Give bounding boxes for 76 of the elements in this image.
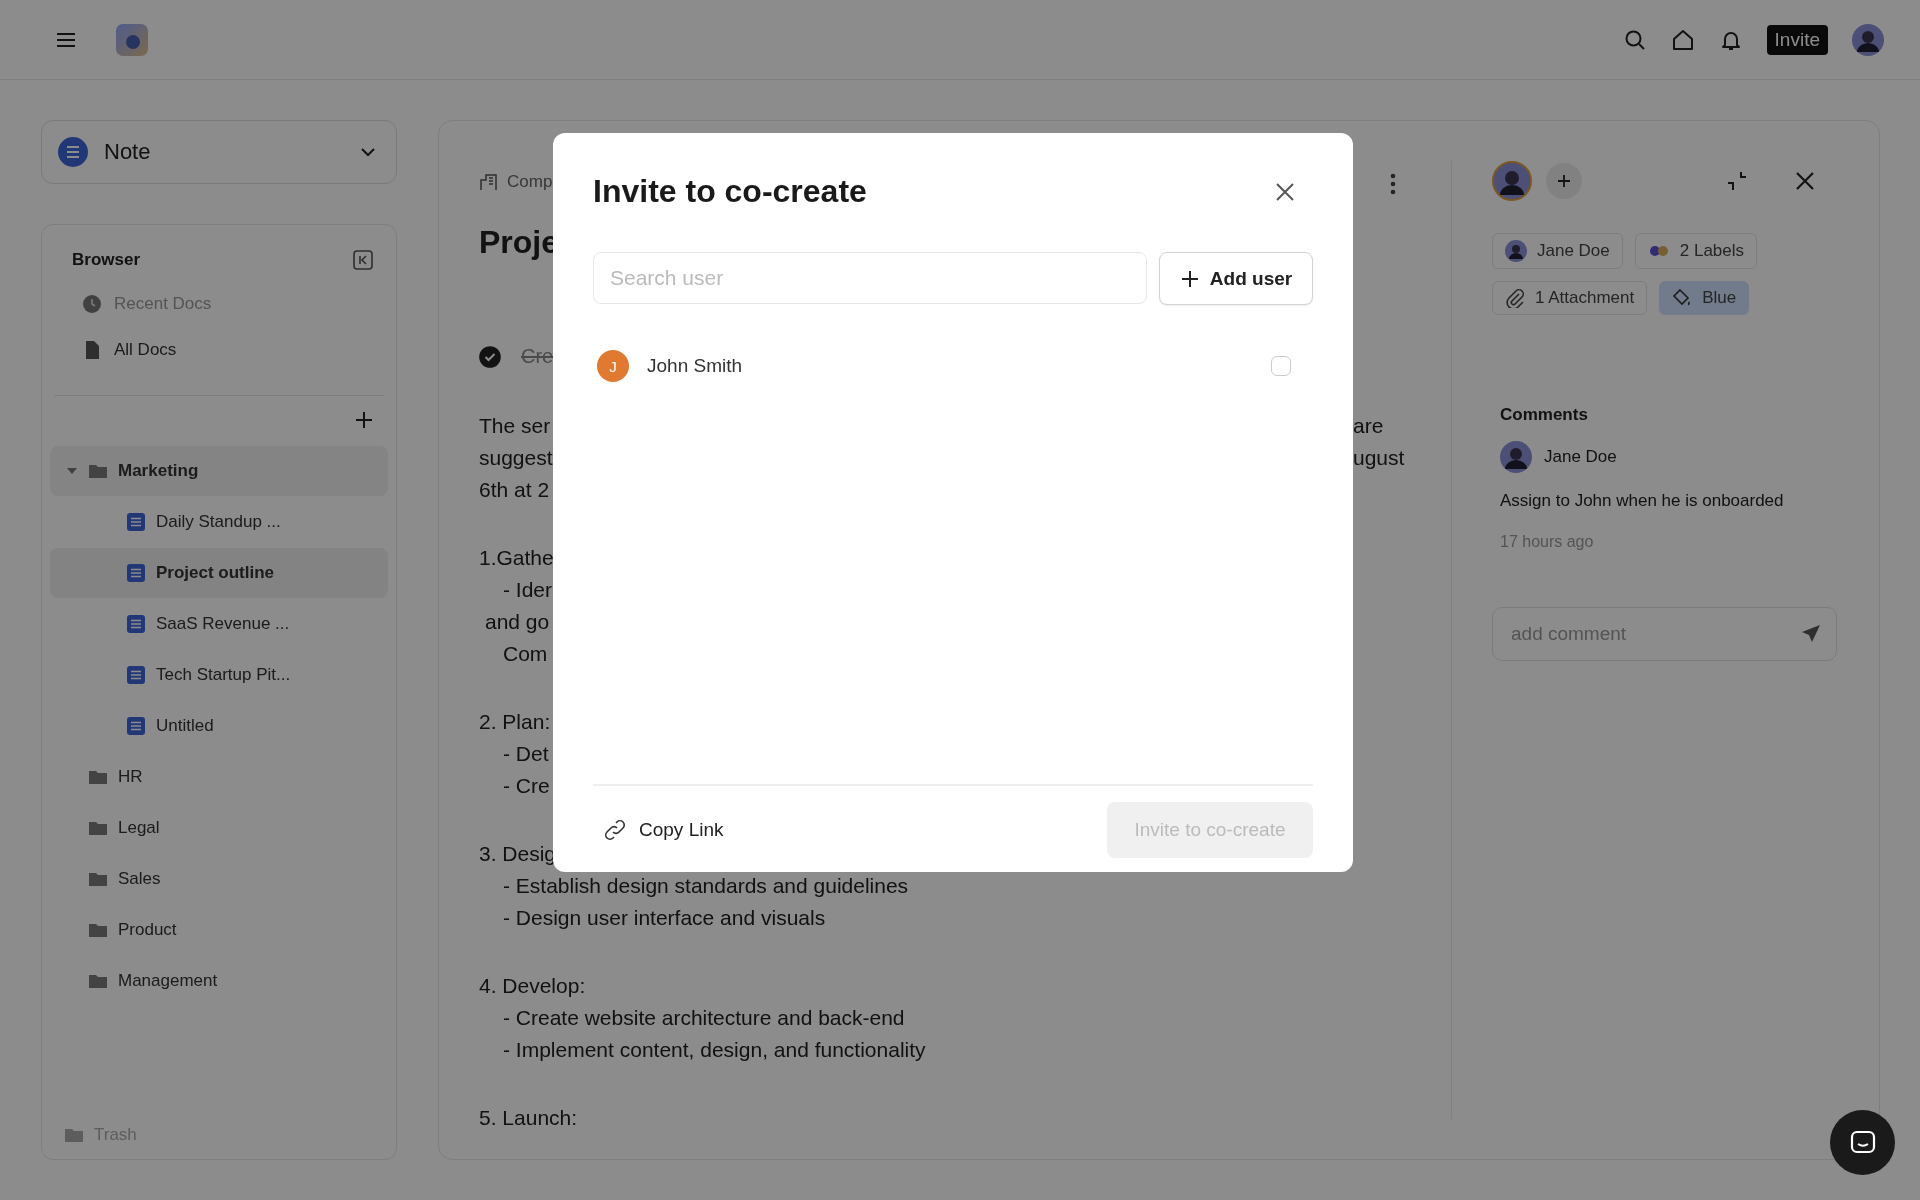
document-line: and go: [485, 610, 550, 634]
document-icon: [126, 614, 146, 634]
document-line: suggest: [479, 446, 553, 470]
task-checkbox[interactable]: [479, 345, 501, 368]
more-icon[interactable]: [1390, 173, 1396, 195]
document-icon: [126, 665, 146, 685]
home-icon[interactable]: [1670, 27, 1695, 52]
link-icon: [603, 818, 627, 842]
collapse-sidebar-icon[interactable]: [352, 249, 374, 271]
note-icon: [58, 137, 88, 167]
document-line: 2. Plan:: [479, 710, 551, 734]
document-line: 5. Launch:: [479, 1106, 578, 1130]
document-line: - Design user interface and visuals: [503, 906, 826, 930]
dialog-title: Invite to co-create: [593, 173, 867, 210]
search-field[interactable]: Search user: [593, 252, 1147, 304]
document-line: The ser: [479, 414, 551, 438]
property-chip[interactable]: Blue: [1659, 281, 1750, 315]
comment-field[interactable]: add comment: [1492, 607, 1837, 661]
paint-bucket-icon: [1672, 288, 1693, 308]
breadcrumb[interactable]: Comp: [479, 172, 553, 192]
user-checkbox[interactable]: [1271, 356, 1291, 376]
building-icon: [479, 172, 499, 192]
document-line: - Ider: [503, 578, 552, 602]
document-icon: [126, 512, 146, 532]
avatar-icon: [1505, 240, 1527, 262]
folder-item[interactable]: Legal: [50, 803, 388, 853]
copy-link-button[interactable]: Copy Link: [593, 818, 734, 842]
task-text: Cre: [521, 345, 554, 368]
clock-icon: [82, 294, 102, 314]
comment-text: Assign to John when he is onboarded: [1500, 491, 1785, 511]
folder-item[interactable]: Marketing: [50, 446, 388, 496]
document-line: 1.Gathe: [479, 546, 554, 570]
doc-item[interactable]: Untitled: [50, 701, 388, 751]
folder-item[interactable]: Product: [50, 905, 388, 955]
add-member-icon[interactable]: [1546, 163, 1582, 199]
folder-item[interactable]: HR: [50, 752, 388, 802]
nav-item[interactable]: All Docs: [50, 327, 388, 373]
document-line: - Cre: [503, 774, 550, 798]
app-logo-icon[interactable]: [116, 23, 148, 56]
doc-item[interactable]: SaaS Revenue ...: [50, 599, 388, 649]
plus-icon: [1179, 268, 1200, 289]
comments-heading: Comments: [1499, 405, 1589, 425]
user-avatar: J: [597, 350, 629, 382]
doc-item[interactable]: Project outline: [50, 548, 388, 598]
minimize-icon[interactable]: [1725, 169, 1749, 193]
document-line: Com: [503, 642, 548, 666]
paperclip-icon: [1505, 288, 1525, 308]
comment-time: 17 hours ago: [1500, 533, 1595, 551]
property-chip[interactable]: 2 Labels: [1634, 233, 1758, 269]
document-icon: [126, 563, 146, 583]
folder-item[interactable]: Management: [50, 956, 388, 1006]
doc-item[interactable]: Tech Startup Pit...: [50, 650, 388, 700]
document-line: 6th at 2: [479, 478, 550, 502]
user-name: John Smith: [647, 355, 744, 377]
avatar-icon[interactable]: [1852, 23, 1884, 56]
document-line: - Establish design standards and guidelines: [503, 874, 909, 898]
document-line: - Det: [503, 742, 549, 766]
property-chip[interactable]: 1 Attachment: [1492, 281, 1648, 315]
property-chip[interactable]: Jane Doe: [1492, 233, 1623, 269]
folder-item[interactable]: Sales: [50, 854, 388, 904]
document-line: are: [1353, 414, 1385, 438]
document-line: - Create website architecture and back-end: [503, 1006, 905, 1030]
avatar-icon: [1500, 441, 1532, 473]
document-line: 4. Develop:: [479, 974, 586, 998]
note-selector[interactable]: Note: [41, 120, 397, 184]
add-icon[interactable]: [354, 410, 374, 430]
add-user-button[interactable]: Add user: [1159, 252, 1313, 305]
document-icon: [126, 716, 146, 736]
avatar-icon[interactable]: [1492, 161, 1532, 201]
browser-title: Browser: [72, 250, 141, 270]
document-line: - Implement content, design, and functionality: [503, 1038, 926, 1062]
doc-item[interactable]: Daily Standup ...: [50, 497, 388, 547]
document-line: ugust: [1353, 446, 1406, 470]
invite-button[interactable]: Invite: [1766, 24, 1828, 55]
comment-author: Jane Doe: [1544, 447, 1617, 467]
comment-input[interactable]: add comment: [1509, 622, 1800, 646]
